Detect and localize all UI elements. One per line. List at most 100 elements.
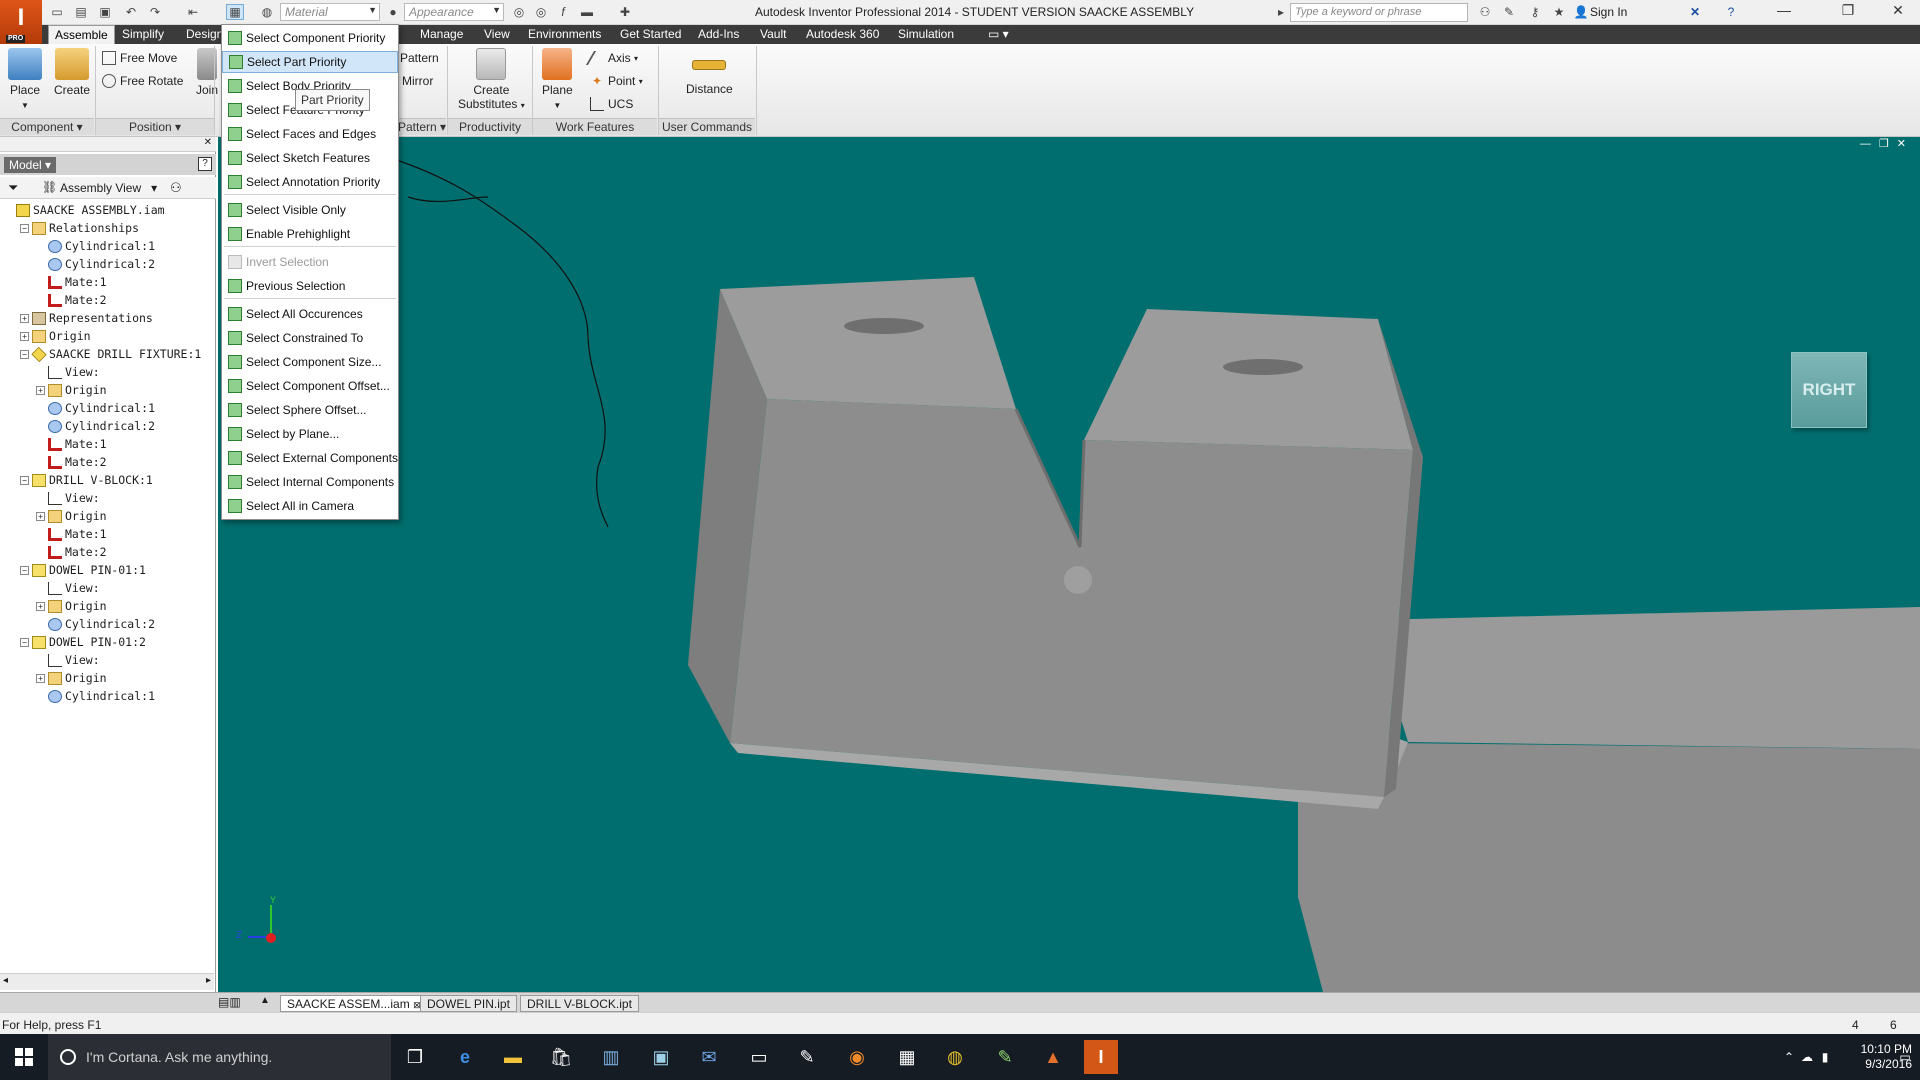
color-override-icon[interactable]: ▬ [578, 4, 596, 20]
mirror-button[interactable]: Mirror [402, 72, 433, 90]
tree-node[interactable]: Cylindrical:2 [0, 417, 214, 435]
tile-windows-icon[interactable]: ▤▥ [218, 995, 241, 1009]
exchange-icon[interactable]: ✕ [1686, 4, 1704, 20]
expand-icon[interactable]: + [20, 331, 29, 341]
save-icon[interactable]: ▣ [96, 4, 114, 20]
create-button[interactable]: Create [54, 48, 90, 97]
tab-assemble[interactable]: Assemble [48, 25, 115, 44]
tree-node[interactable]: Mate:2 [0, 453, 214, 471]
tab-list-icon[interactable]: ▲ [260, 995, 270, 1006]
tree-node[interactable]: − SAACKE DRILL FIXTURE:1 [0, 345, 214, 363]
create-substitutes-button[interactable]: Create Substitutes ▾ [458, 48, 525, 111]
menu-item-select-sketch-features[interactable]: Select Sketch Features [222, 147, 398, 169]
viewcube[interactable]: RIGHT [1791, 352, 1867, 428]
plane-button[interactable]: Plane ▼ [542, 48, 573, 111]
tab-view[interactable]: View [478, 25, 516, 44]
menu-item-enable-prehighlight[interactable]: Enable Prehighlight [222, 223, 398, 245]
doc-tab-dowel-pin[interactable]: DOWEL PIN.ipt [420, 995, 517, 1012]
redo-icon[interactable]: ↷ [146, 4, 164, 20]
task-view-icon[interactable]: ❐ [398, 1040, 432, 1074]
key-icon[interactable]: ⚷ [1526, 4, 1544, 20]
tree-node[interactable]: View: [0, 579, 214, 597]
undo-icon[interactable]: ↶ [122, 4, 140, 20]
calculator-icon[interactable]: ▦ [890, 1040, 924, 1074]
component-panel-label[interactable]: Component ▾ [0, 118, 94, 135]
inventor-taskbar-icon[interactable]: I [1084, 1040, 1118, 1074]
menu-item-select-by-plane[interactable]: Select by Plane... [222, 423, 398, 445]
search-arrow-icon[interactable]: ▸ [1272, 4, 1290, 20]
app-logo[interactable]: I PRO [0, 0, 42, 44]
tree-node[interactable]: View: [0, 651, 214, 669]
tree-node[interactable]: + Origin [0, 381, 214, 399]
distance-button[interactable]: Distance [686, 48, 733, 96]
axis-button[interactable]: Axis ▾ [585, 49, 638, 67]
collapse-icon[interactable]: − [20, 223, 29, 233]
menu-item-select-faces-and-edges[interactable]: Select Faces and Edges [222, 123, 398, 145]
scroll-right-icon[interactable]: ▸ [206, 975, 211, 986]
find-binoculars-icon[interactable]: ⚇ [170, 180, 182, 196]
return-icon[interactable]: ⇤ [184, 4, 202, 20]
file-explorer-icon[interactable]: ▬ [496, 1040, 530, 1074]
position-panel-label[interactable]: Position ▾ [96, 118, 214, 135]
new-icon[interactable]: ▭ [48, 4, 66, 20]
binoculars-icon[interactable]: ⚇ [1476, 4, 1494, 20]
expand-icon[interactable]: + [36, 601, 45, 611]
tree-node[interactable]: Mate:1 [0, 435, 214, 453]
open-icon[interactable]: ▤ [72, 4, 90, 20]
parameters-icon[interactable]: f [554, 4, 572, 20]
viewport-close-icon[interactable]: ✕ [1897, 138, 1914, 150]
tree-node[interactable]: Cylindrical:1 [0, 399, 214, 417]
graphics-viewport[interactable]: Y Z RIGHT —❐✕ [218, 137, 1920, 992]
help-search-input[interactable]: Type a keyword or phrase [1290, 3, 1468, 22]
menu-item-select-annotation-priority[interactable]: Select Annotation Priority [222, 171, 398, 193]
kindle-icon[interactable]: ▥ [594, 1040, 628, 1074]
pattern-panel-label[interactable]: Pattern ▾ [398, 118, 446, 135]
start-button[interactable] [0, 1034, 48, 1080]
tab-vault[interactable]: Vault [754, 25, 792, 44]
tree-node[interactable]: Mate:1 [0, 273, 214, 291]
clear-appearance-icon[interactable]: ◎ [510, 4, 528, 20]
menu-item-select-part-priority[interactable]: Select Part Priority [222, 51, 398, 73]
tab-autodesk-360[interactable]: Autodesk 360 [800, 25, 885, 44]
expand-icon[interactable]: + [36, 511, 45, 521]
ucs-button[interactable]: UCS [590, 95, 633, 113]
help-icon[interactable]: ? [198, 157, 212, 171]
menu-item-previous-selection[interactable]: Previous Selection [222, 275, 398, 297]
expand-icon[interactable]: + [20, 313, 29, 323]
tree-node[interactable]: Mate:2 [0, 543, 214, 561]
restore-button[interactable]: ❐ [1826, 2, 1870, 22]
cortana-search-box[interactable]: I'm Cortana. Ask me anything. [48, 1034, 391, 1080]
tree-node[interactable]: Cylindrical:2 [0, 615, 214, 633]
device-icon[interactable]: ▭ [742, 1040, 776, 1074]
ribbon-options-icon[interactable]: ▭ ▾ [982, 25, 1015, 44]
doc-tab-saacke-assembly[interactable]: SAACKE ASSEM...iam ⊠ [280, 995, 428, 1012]
tree-node[interactable]: − Relationships [0, 219, 214, 237]
store-icon[interactable]: 🛍 [544, 1040, 578, 1074]
tree-node[interactable]: + Origin [0, 507, 214, 525]
tree-node[interactable]: + Origin [0, 669, 214, 687]
tab-add-ins[interactable]: Add-Ins [692, 25, 745, 44]
tab-manage[interactable]: Manage [414, 25, 469, 44]
tree-node[interactable]: View: [0, 489, 214, 507]
tree-node[interactable]: Mate:1 [0, 525, 214, 543]
close-button[interactable]: ✕ [1876, 2, 1920, 22]
select-priority-icon[interactable]: ▦ [226, 4, 244, 20]
browser-horizontal-scrollbar[interactable]: ◂ ▸ [0, 973, 214, 990]
collapse-icon[interactable]: − [20, 349, 29, 359]
chrome-icon[interactable]: ◍ [938, 1040, 972, 1074]
material-combo[interactable]: Material ▼ [280, 3, 380, 21]
edge-icon[interactable]: e [448, 1040, 482, 1074]
expand-icon[interactable]: + [36, 385, 45, 395]
tray-clock[interactable]: 10:10 PM 9/3/2016 [1852, 1042, 1912, 1072]
expand-icon[interactable]: + [36, 673, 45, 683]
tree-node[interactable]: − DOWEL PIN-01:1 [0, 561, 214, 579]
thunderbird-icon[interactable]: ✉ [692, 1040, 726, 1074]
menu-item-select-all-in-camera[interactable]: Select All in Camera [222, 495, 398, 517]
tree-node[interactable]: − DOWEL PIN-01:2 [0, 633, 214, 651]
tab-get-started[interactable]: Get Started [614, 25, 687, 44]
notepad-plus-icon[interactable]: ✎ [988, 1040, 1022, 1074]
model-render[interactable] [218, 137, 1920, 992]
viewport-minimize-icon[interactable]: — [1860, 138, 1879, 150]
model-tab[interactable]: Model ▾ ? [0, 154, 216, 175]
matlab-icon[interactable]: ▲ [1036, 1040, 1070, 1074]
